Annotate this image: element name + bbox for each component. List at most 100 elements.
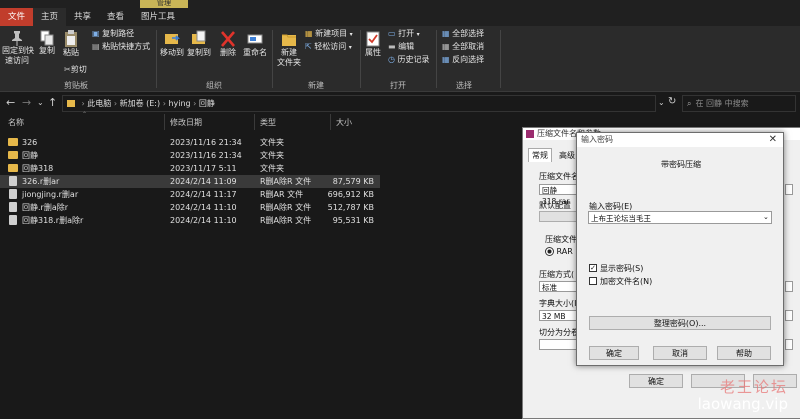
method-dropdown[interactable] [785, 281, 793, 292]
dropdown-icon: ▾ [348, 44, 352, 51]
breadcrumb-item[interactable]: 回静 [199, 99, 215, 108]
password-history-dropdown-icon[interactable]: ⌄ [763, 213, 769, 221]
column-header-size[interactable]: 大小 [336, 117, 352, 128]
file-row-selected[interactable]: 326.r删ar 2024/2/14 11:09 R删A除R 文件 87,579 KB [0, 175, 380, 188]
copy-to-button[interactable]: 复制到 [187, 30, 211, 58]
chevron-right-icon: › [113, 99, 118, 108]
format-rar-radio[interactable]: RAR [545, 247, 573, 256]
move-to-button[interactable]: 移动到 [160, 30, 184, 58]
radio-selected-icon [545, 247, 554, 256]
cut-button[interactable]: ✂剪切 [64, 65, 87, 75]
tab-advanced[interactable]: 高级 [559, 150, 575, 161]
ok-button[interactable]: 确定 [589, 346, 639, 360]
breadcrumb-item[interactable]: 新加卷 (E:) [120, 99, 161, 108]
watermark-url: laowang.vip [697, 395, 788, 413]
search-icon: ⌕ [687, 99, 692, 108]
search-box[interactable]: ⌕ 在 回静 中搜索 [682, 95, 796, 112]
file-row[interactable]: 回静.r删a除r 2024/2/14 11:10 R删A除R 文件 512,787 K… [0, 201, 380, 214]
file-row[interactable]: 326 2023/11/16 21:34 文件夹 [0, 136, 380, 149]
cancel-button[interactable]: 取消 [653, 346, 707, 360]
new-item-button[interactable]: ▦ 新建项目 ▾ [305, 29, 353, 40]
split-volumes-dropdown[interactable] [785, 339, 793, 350]
column-header-type[interactable]: 类型 [260, 117, 276, 128]
recent-dropdown-icon[interactable]: ⌄ [37, 98, 44, 107]
ribbon-separator [436, 30, 437, 88]
copy-button[interactable]: 复制 [36, 30, 58, 56]
up-arrow-icon[interactable]: ↑ [48, 96, 57, 109]
ribbon-separator [156, 30, 157, 88]
breadcrumb-item[interactable]: 此电脑 [87, 99, 111, 108]
tab-file[interactable]: 文件 [0, 8, 34, 26]
dictionary-select[interactable]: 32 MB [539, 310, 577, 321]
password-input[interactable]: 上布王论坛当毛王 [588, 211, 772, 224]
folder-icon [67, 100, 75, 107]
close-icon[interactable]: ✕ [769, 133, 777, 147]
archive-file-icon [9, 202, 17, 212]
breadcrumb-item[interactable]: hying [168, 99, 190, 108]
ok-button[interactable]: 确定 [629, 374, 683, 388]
ribbon-tabs: 文件 主页 共享 查看 图片工具 [0, 8, 800, 26]
tab-general[interactable]: 常规 [528, 148, 552, 162]
back-arrow-icon[interactable]: ← [6, 96, 15, 109]
winrar-icon [526, 129, 534, 138]
organize-passwords-button[interactable]: 整理密码(O)... [589, 316, 771, 330]
file-row[interactable]: 回静 2023/11/16 21:34 文件夹 [0, 149, 380, 162]
forward-arrow-icon[interactable]: → [22, 96, 31, 109]
show-password-checkbox[interactable]: ✓ [589, 264, 597, 272]
method-select[interactable]: 标准 [539, 281, 577, 292]
pin-icon [12, 31, 22, 46]
column-separator[interactable] [164, 114, 165, 130]
show-password-label: 显示密码(S) [600, 264, 644, 273]
archive-file-icon [9, 176, 17, 186]
chevron-right-icon: › [193, 99, 197, 108]
easy-access-button[interactable]: ⇱ 轻松访问 ▾ [305, 42, 352, 53]
column-header-name[interactable]: 名称 [8, 117, 24, 128]
config-button[interactable] [539, 211, 577, 222]
archive-name-dropdown[interactable] [785, 184, 793, 195]
open-icon: ▭ [388, 29, 396, 38]
new-folder-button[interactable]: 新建 文件夹 [276, 30, 302, 68]
refresh-icon[interactable]: ↻ [668, 96, 676, 107]
history-button[interactable]: ◷ 历史记录 [388, 55, 430, 65]
rename-button[interactable]: 重命名 [242, 30, 268, 58]
archive-name-input[interactable]: 回静318.rar [539, 184, 577, 206]
address-bar[interactable]: › 此电脑 › 新加卷 (E:) › hying › 回静 [62, 95, 656, 112]
sort-up-icon: ⌃ [82, 111, 88, 118]
tab-picture-tools[interactable]: 图片工具 [133, 8, 183, 26]
select-none-button[interactable]: ▦ 全部取消 [442, 42, 484, 52]
split-volumes-input[interactable] [539, 339, 577, 350]
edit-button[interactable]: ▬ 编辑 [388, 42, 414, 52]
dictionary-dropdown[interactable] [785, 310, 793, 321]
dictionary-label: 字典大小(I [539, 299, 577, 308]
edit-icon: ▬ [388, 42, 396, 51]
pin-quick-access-button[interactable]: 固定到快 速访问 [2, 30, 34, 66]
address-dropdown-icon[interactable]: ⌄ [658, 98, 665, 107]
open-button[interactable]: ▭ 打开 ▾ [388, 29, 420, 40]
title-bar [0, 0, 800, 8]
paste-button[interactable]: 粘贴 [60, 30, 82, 58]
invert-selection-button[interactable]: ▦ 反向选择 [442, 55, 484, 65]
archive-file-icon [9, 189, 17, 199]
column-header-date[interactable]: 修改日期 [170, 117, 202, 128]
file-row[interactable]: 回静318 2023/11/17 5:11 文件夹 [0, 162, 380, 175]
properties-button[interactable]: 属性 [363, 30, 383, 58]
select-all-icon: ▦ [442, 29, 450, 38]
watermark-cn: 老王论坛 [719, 378, 788, 396]
paste-shortcut-button[interactable]: ▤ 粘贴快捷方式 [92, 42, 150, 52]
new-item-icon: ▦ [305, 29, 313, 38]
tab-home[interactable]: 主页 [33, 8, 67, 26]
copy-icon [40, 30, 54, 46]
manage-context-tab[interactable]: 管理 [140, 0, 188, 8]
file-row[interactable]: jiongjing.r删ar 2024/2/14 11:17 R删AR 文件 696,… [0, 188, 380, 201]
file-row[interactable]: 回静318.r删a除r 2024/2/14 11:10 R删A除R 文件 95,531… [0, 214, 380, 227]
encrypt-filenames-checkbox[interactable] [589, 277, 597, 285]
select-all-button[interactable]: ▦ 全部选择 [442, 29, 484, 39]
copy-path-button[interactable]: ▣ 复制路径 [92, 29, 134, 39]
folder-icon [8, 151, 18, 159]
help-button[interactable]: 帮助 [717, 346, 771, 360]
column-separator[interactable] [254, 114, 255, 130]
delete-button[interactable]: 删除 [217, 30, 239, 58]
column-separator[interactable] [330, 114, 331, 130]
tab-share[interactable]: 共享 [66, 8, 99, 26]
tab-view[interactable]: 查看 [99, 8, 132, 26]
